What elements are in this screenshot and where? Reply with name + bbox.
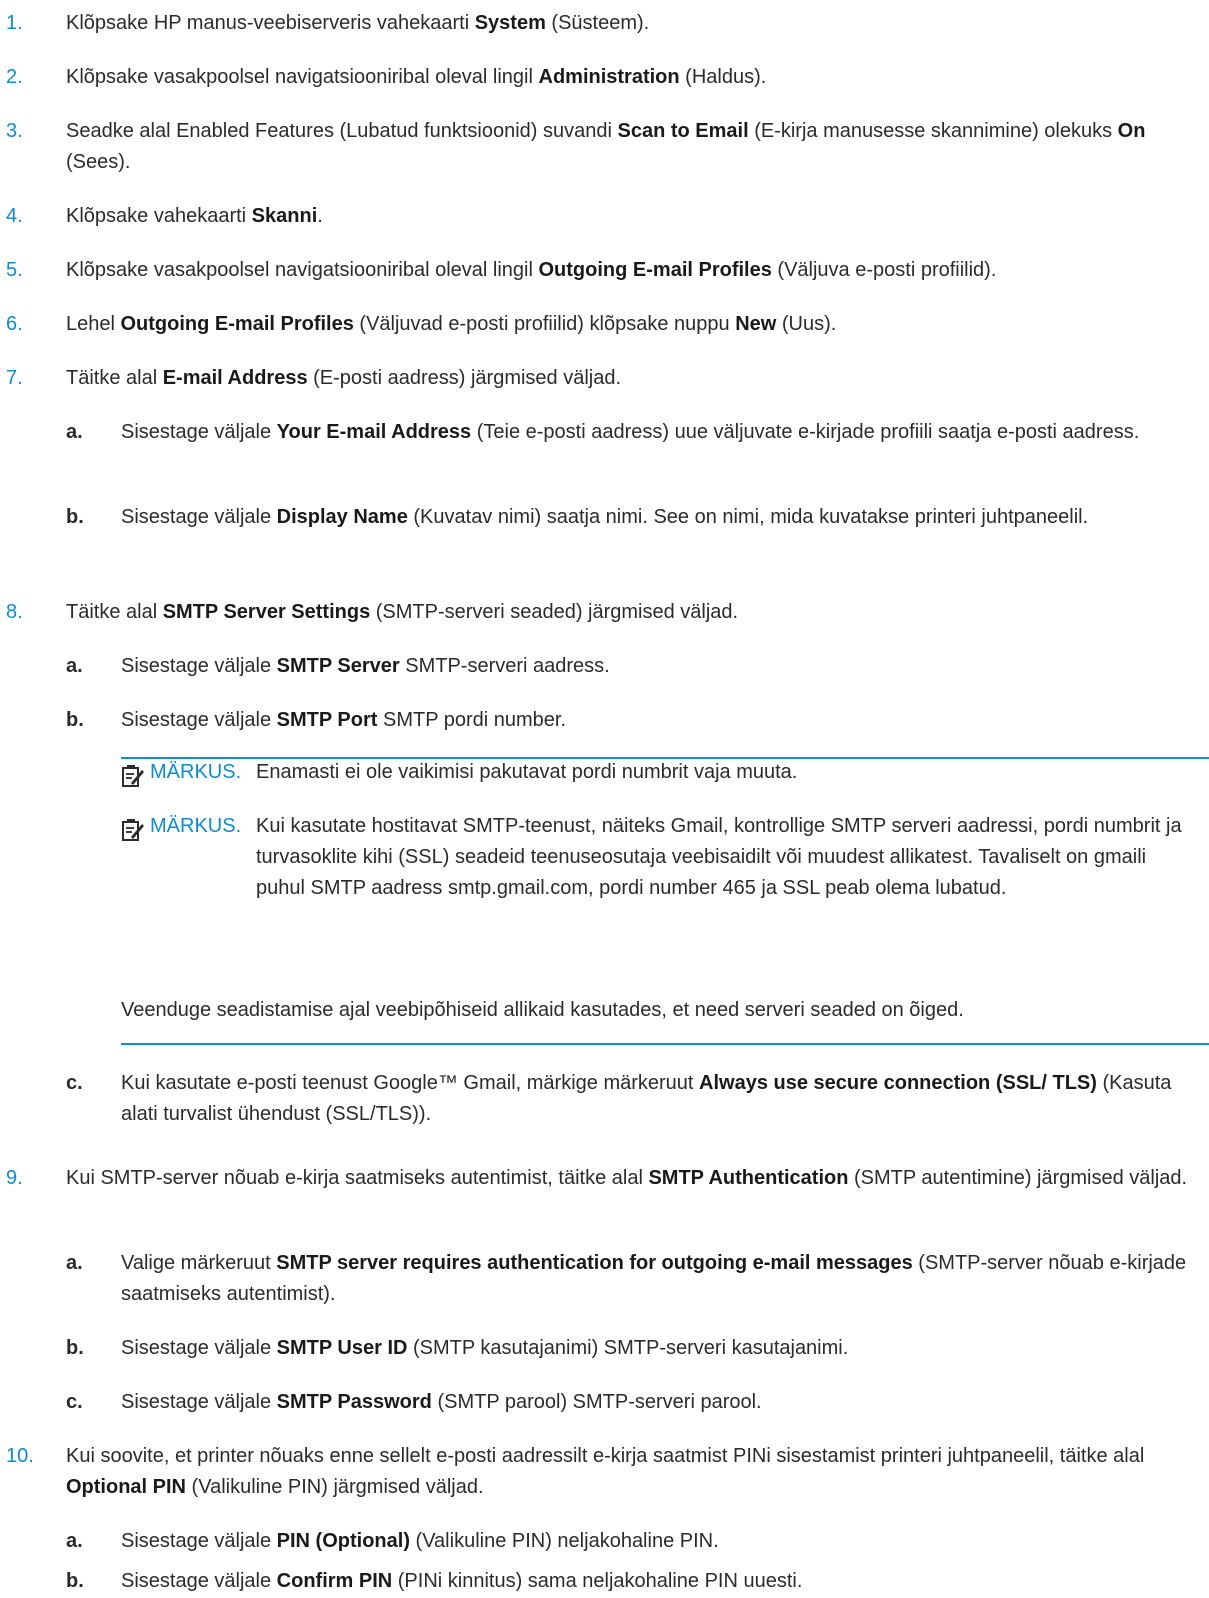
substep-text: Valige märkeruut SMTP server requires au…	[121, 1252, 1187, 1305]
substep-text: Sisestage väljale SMTP User ID (SMTP kas…	[121, 1337, 849, 1359]
note-followup-text: Veenduge seadistamise ajal veebipõhiseid…	[121, 999, 964, 1021]
substep-letter: c.	[66, 1072, 83, 1094]
step-number: 4.	[6, 205, 23, 227]
step-text: Klõpsake vahekaarti Skanni.	[66, 205, 323, 227]
step-text: Seadke alal Enabled Features (Lubatud fu…	[66, 120, 1146, 173]
substep-text: Sisestage väljale Confirm PIN (PINi kinn…	[121, 1570, 803, 1592]
substep-text: Sisestage väljale SMTP Server SMTP-serve…	[121, 655, 610, 677]
substep-text: Sisestage väljale PIN (Optional) (Valiku…	[121, 1530, 719, 1552]
note-icon	[122, 765, 144, 787]
step-text: Kui SMTP-server nõuab e-kirja saatmiseks…	[66, 1167, 1188, 1189]
note-text: Enamasti ei ole vaikimisi pakutavat pord…	[256, 761, 798, 783]
substep-text: Sisestage väljale SMTP Password (SMTP pa…	[121, 1391, 762, 1413]
step-number: 7.	[6, 367, 23, 389]
step-text: Klõpsake vasakpoolsel navigatsiooniribal…	[66, 259, 997, 281]
step-number: 6.	[6, 313, 23, 335]
step-number: 9.	[6, 1167, 23, 1189]
note-divider-bottom	[121, 1043, 1209, 1045]
substep-letter: c.	[66, 1391, 83, 1413]
note-icon	[122, 819, 144, 841]
step-number: 2.	[6, 66, 23, 88]
notes-block: MÄRKUS. Enamasti ei ole vaikimisi pakuta…	[121, 757, 1209, 1047]
step-text: Klõpsake HP manus-veebiserveris vahekaar…	[66, 12, 650, 34]
step-number: 1.	[6, 12, 23, 34]
substep-letter: a.	[66, 1530, 83, 1552]
step-number: 10.	[6, 1445, 34, 1467]
substep-letter: b.	[66, 1337, 84, 1359]
substep-text: Sisestage väljale SMTP Port SMTP pordi n…	[121, 709, 567, 731]
substep-letter: a.	[66, 655, 83, 677]
step-text: Täitke alal E-mail Address (E-posti aadr…	[66, 367, 622, 389]
substep-letter: b.	[66, 1570, 84, 1592]
substep-text: Kui kasutate e-posti teenust Google™ Gma…	[121, 1072, 1172, 1125]
step-text: Kui soovite, et printer nõuaks enne sell…	[66, 1445, 1145, 1498]
substep-letter: b.	[66, 709, 84, 731]
step-number: 3.	[6, 120, 23, 142]
substep-letter: b.	[66, 506, 84, 528]
note-label: MÄRKUS.	[150, 815, 242, 837]
note-label: MÄRKUS.	[150, 761, 242, 783]
substep-letter: a.	[66, 421, 83, 443]
substep-text: Sisestage väljale Display Name (Kuvatav …	[121, 506, 1089, 528]
substep-text: Sisestage väljale Your E-mail Address (T…	[121, 421, 1140, 443]
step-number: 8.	[6, 601, 23, 623]
step-number: 5.	[6, 259, 23, 281]
step-text: Klõpsake vasakpoolsel navigatsiooniribal…	[66, 66, 767, 88]
substep-letter: a.	[66, 1252, 83, 1274]
step-text: Täitke alal SMTP Server Settings (SMTP-s…	[66, 601, 739, 623]
note-text: Kui kasutate hostitavat SMTP-teenust, nä…	[256, 815, 1182, 899]
step-text: Lehel Outgoing E-mail Profiles (Väljuvad…	[66, 313, 837, 335]
